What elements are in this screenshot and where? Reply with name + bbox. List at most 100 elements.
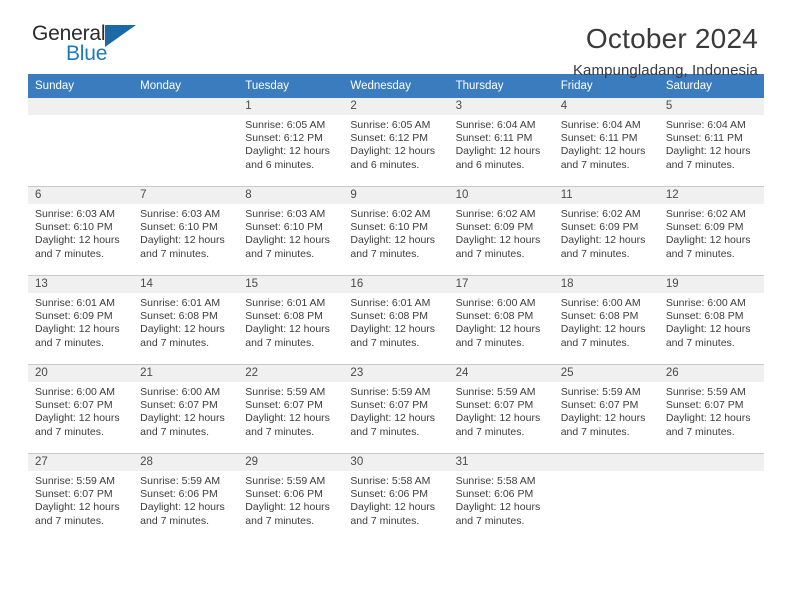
calendar-day-cell[interactable]: 9 Sunrise: 6:02 AM Sunset: 6:10 PM Daylight…	[343, 186, 449, 276]
day-detail-daylight2: and 7 minutes.	[245, 514, 315, 527]
calendar-day-cell[interactable]: 10 Sunrise: 6:02 AM Sunset: 6:09 PM Dayligh…	[448, 186, 554, 276]
day-cell-content: 14 Sunrise: 6:01 AM Sunset: 6:08 PM Dayligh…	[133, 276, 239, 364]
calendar-day-cell[interactable]: 30 Sunrise: 5:58 AM Sunset: 6:06 PM Dayligh…	[343, 453, 449, 542]
day-detail-daylight1: Daylight: 12 hours	[455, 145, 541, 158]
calendar-day-cell[interactable]: 8 Sunrise: 6:03 AM Sunset: 6:10 PM Daylight…	[238, 186, 344, 276]
day-detail-daylight2: and 7 minutes.	[665, 247, 735, 260]
day-details: Sunrise: 5:59 AM Sunset: 6:07 PM Daylight:…	[554, 382, 659, 439]
day-detail-sunrise: Sunrise: 6:02 AM	[560, 208, 641, 220]
calendar-day-cell[interactable]: 15 Sunrise: 6:01 AM Sunset: 6:08 PM Dayligh…	[238, 275, 344, 365]
day-detail-sunrise: Sunrise: 5:58 AM	[350, 475, 431, 487]
calendar-day-cell[interactable]: 22 Sunrise: 5:59 AM Sunset: 6:07 PM Dayligh…	[238, 364, 344, 454]
calendar-day-cell-empty	[133, 98, 239, 187]
day-detail-sunset: Sunset: 6:08 PM	[665, 310, 744, 323]
page-title: October 2024	[585, 23, 758, 54]
calendar-day-cell[interactable]: 29 Sunrise: 5:59 AM Sunset: 6:06 PM Dayligh…	[238, 453, 344, 542]
calendar-day-cell[interactable]: 27 Sunrise: 5:59 AM Sunset: 6:07 PM Dayligh…	[28, 453, 134, 542]
day-detail-sunset: Sunset: 6:12 PM	[350, 132, 429, 145]
day-detail-sunset: Sunset: 6:08 PM	[140, 310, 218, 323]
day-details: Sunrise: 6:00 AM Sunset: 6:08 PM Daylight:…	[449, 293, 554, 350]
day-detail-sunset: Sunset: 6:10 PM	[140, 221, 218, 234]
calendar-day-cell[interactable]: 17 Sunrise: 6:00 AM Sunset: 6:08 PM Dayligh…	[448, 275, 554, 365]
day-detail-daylight2: and 7 minutes.	[35, 514, 104, 527]
day-details: Sunrise: 6:00 AM Sunset: 6:08 PM Daylight:…	[659, 293, 764, 350]
day-number: 16	[343, 276, 449, 293]
title-block: October 2024 Kampungladang, Indonesia	[573, 23, 764, 80]
calendar-day-cell[interactable]: 31 Sunrise: 5:58 AM Sunset: 6:06 PM Dayligh…	[448, 453, 554, 542]
calendar-day-cell[interactable]: 16 Sunrise: 6:01 AM Sunset: 6:08 PM Dayligh…	[343, 275, 449, 365]
day-cell-content: 25 Sunrise: 5:59 AM Sunset: 6:07 PM Dayligh…	[553, 365, 659, 453]
day-number: 24	[448, 365, 554, 382]
day-detail-sunrise: Sunrise: 6:02 AM	[350, 208, 431, 220]
day-details: Sunrise: 6:01 AM Sunset: 6:08 PM Daylight:…	[343, 293, 448, 350]
calendar-day-cell-empty	[28, 98, 134, 187]
day-detail-daylight1: Daylight: 12 hours	[665, 412, 751, 425]
calendar-week-row: 13 Sunrise: 6:01 AM Sunset: 6:09 PM Dayligh…	[28, 275, 764, 365]
day-details: Sunrise: 6:04 AM Sunset: 6:11 PM Daylight:…	[659, 115, 764, 172]
day-cell-content: 9 Sunrise: 6:02 AM Sunset: 6:10 PM Daylight…	[343, 187, 449, 275]
day-detail-daylight1: Daylight: 12 hours	[665, 323, 751, 336]
calendar-day-cell[interactable]: 12 Sunrise: 6:02 AM Sunset: 6:09 PM Dayligh…	[658, 186, 764, 276]
day-detail-sunset: Sunset: 6:06 PM	[140, 488, 218, 501]
day-detail-sunrise: Sunrise: 6:00 AM	[665, 297, 746, 309]
day-detail-daylight2: and 7 minutes.	[35, 336, 104, 349]
day-number	[658, 454, 764, 471]
day-details: Sunrise: 6:03 AM Sunset: 6:10 PM Daylight:…	[238, 204, 343, 261]
day-details: Sunrise: 5:59 AM Sunset: 6:07 PM Daylight:…	[449, 382, 554, 439]
day-details: Sunrise: 6:02 AM Sunset: 6:09 PM Daylight:…	[449, 204, 554, 261]
day-detail-daylight1: Daylight: 12 hours	[140, 323, 225, 336]
day-cell-content: 6 Sunrise: 6:03 AM Sunset: 6:10 PM Daylight…	[28, 187, 134, 275]
day-cell-content	[553, 454, 659, 542]
day-detail-sunrise: Sunrise: 6:01 AM	[35, 297, 115, 309]
calendar-day-cell[interactable]: 18 Sunrise: 6:00 AM Sunset: 6:08 PM Dayligh…	[553, 275, 659, 365]
day-details: Sunrise: 5:59 AM Sunset: 6:07 PM Daylight:…	[28, 471, 133, 528]
day-number: 3	[448, 98, 554, 115]
calendar-day-cell[interactable]: 1 Sunrise: 6:05 AM Sunset: 6:12 PM Daylight…	[238, 98, 344, 187]
calendar-day-cell[interactable]: 28 Sunrise: 5:59 AM Sunset: 6:06 PM Dayligh…	[133, 453, 239, 542]
day-detail-daylight1: Daylight: 12 hours	[665, 145, 751, 158]
day-detail-sunset: Sunset: 6:09 PM	[560, 221, 639, 234]
day-details: Sunrise: 6:04 AM Sunset: 6:11 PM Daylight:…	[449, 115, 554, 172]
day-detail-sunrise: Sunrise: 6:03 AM	[245, 208, 326, 220]
calendar-week-row: 20 Sunrise: 6:00 AM Sunset: 6:07 PM Dayligh…	[28, 364, 764, 454]
calendar-day-cell[interactable]: 5 Sunrise: 6:04 AM Sunset: 6:11 PM Daylight…	[658, 98, 764, 187]
day-detail-daylight2: and 7 minutes.	[455, 336, 525, 349]
day-details: Sunrise: 5:59 AM Sunset: 6:06 PM Daylight:…	[238, 471, 343, 528]
calendar-day-cell[interactable]: 21 Sunrise: 6:00 AM Sunset: 6:07 PM Dayligh…	[133, 364, 239, 454]
calendar-day-cell[interactable]: 20 Sunrise: 6:00 AM Sunset: 6:07 PM Dayligh…	[28, 364, 134, 454]
day-detail-sunset: Sunset: 6:07 PM	[245, 399, 323, 412]
day-details: Sunrise: 6:05 AM Sunset: 6:12 PM Daylight:…	[238, 115, 343, 172]
day-number: 14	[133, 276, 239, 293]
day-detail-daylight1: Daylight: 12 hours	[455, 412, 541, 425]
calendar-day-cell[interactable]: 26 Sunrise: 5:59 AM Sunset: 6:07 PM Dayligh…	[658, 364, 764, 454]
calendar-day-cell[interactable]: 6 Sunrise: 6:03 AM Sunset: 6:10 PM Daylight…	[28, 186, 134, 276]
day-detail-sunrise: Sunrise: 5:59 AM	[455, 386, 536, 398]
calendar-day-cell[interactable]: 14 Sunrise: 6:01 AM Sunset: 6:08 PM Dayligh…	[133, 275, 239, 365]
day-detail-sunrise: Sunrise: 6:00 AM	[455, 297, 536, 309]
calendar-day-cell[interactable]: 4 Sunrise: 6:04 AM Sunset: 6:11 PM Daylight…	[553, 98, 659, 187]
calendar-day-cell[interactable]: 19 Sunrise: 6:00 AM Sunset: 6:08 PM Dayligh…	[658, 275, 764, 365]
calendar-day-cell[interactable]: 11 Sunrise: 6:02 AM Sunset: 6:09 PM Dayligh…	[553, 186, 659, 276]
day-detail-daylight1: Daylight: 12 hours	[665, 234, 751, 247]
weekday-header-thursday: Thursday	[448, 74, 554, 98]
day-detail-sunrise: Sunrise: 6:04 AM	[665, 119, 746, 131]
calendar-day-cell[interactable]: 7 Sunrise: 6:03 AM Sunset: 6:10 PM Daylight…	[133, 186, 239, 276]
general-blue-logo[interactable]: General Blue	[32, 22, 152, 72]
day-details: Sunrise: 5:58 AM Sunset: 6:06 PM Daylight:…	[343, 471, 448, 528]
day-cell-content: 31 Sunrise: 5:58 AM Sunset: 6:06 PM Dayligh…	[448, 454, 554, 542]
day-number: 29	[238, 454, 344, 471]
calendar-day-cell[interactable]: 24 Sunrise: 5:59 AM Sunset: 6:07 PM Dayligh…	[448, 364, 554, 454]
day-cell-content: 10 Sunrise: 6:02 AM Sunset: 6:09 PM Dayligh…	[448, 187, 554, 275]
calendar-day-cell[interactable]: 2 Sunrise: 6:05 AM Sunset: 6:12 PM Daylight…	[343, 98, 449, 187]
day-detail-daylight2: and 7 minutes.	[455, 425, 525, 438]
calendar-day-cell[interactable]: 13 Sunrise: 6:01 AM Sunset: 6:09 PM Dayligh…	[28, 275, 134, 365]
calendar-day-cell[interactable]: 23 Sunrise: 5:59 AM Sunset: 6:07 PM Dayligh…	[343, 364, 449, 454]
calendar-day-cell[interactable]: 25 Sunrise: 5:59 AM Sunset: 6:07 PM Dayligh…	[553, 364, 659, 454]
day-detail-daylight1: Daylight: 12 hours	[560, 412, 646, 425]
weekday-header-sunday: Sunday	[28, 74, 134, 98]
day-detail-sunset: Sunset: 6:07 PM	[35, 399, 113, 412]
triangle-icon	[105, 25, 136, 47]
day-detail-daylight1: Daylight: 12 hours	[245, 323, 330, 336]
day-detail-sunrise: Sunrise: 5:59 AM	[140, 475, 221, 487]
calendar-day-cell[interactable]: 3 Sunrise: 6:04 AM Sunset: 6:11 PM Daylight…	[448, 98, 554, 187]
